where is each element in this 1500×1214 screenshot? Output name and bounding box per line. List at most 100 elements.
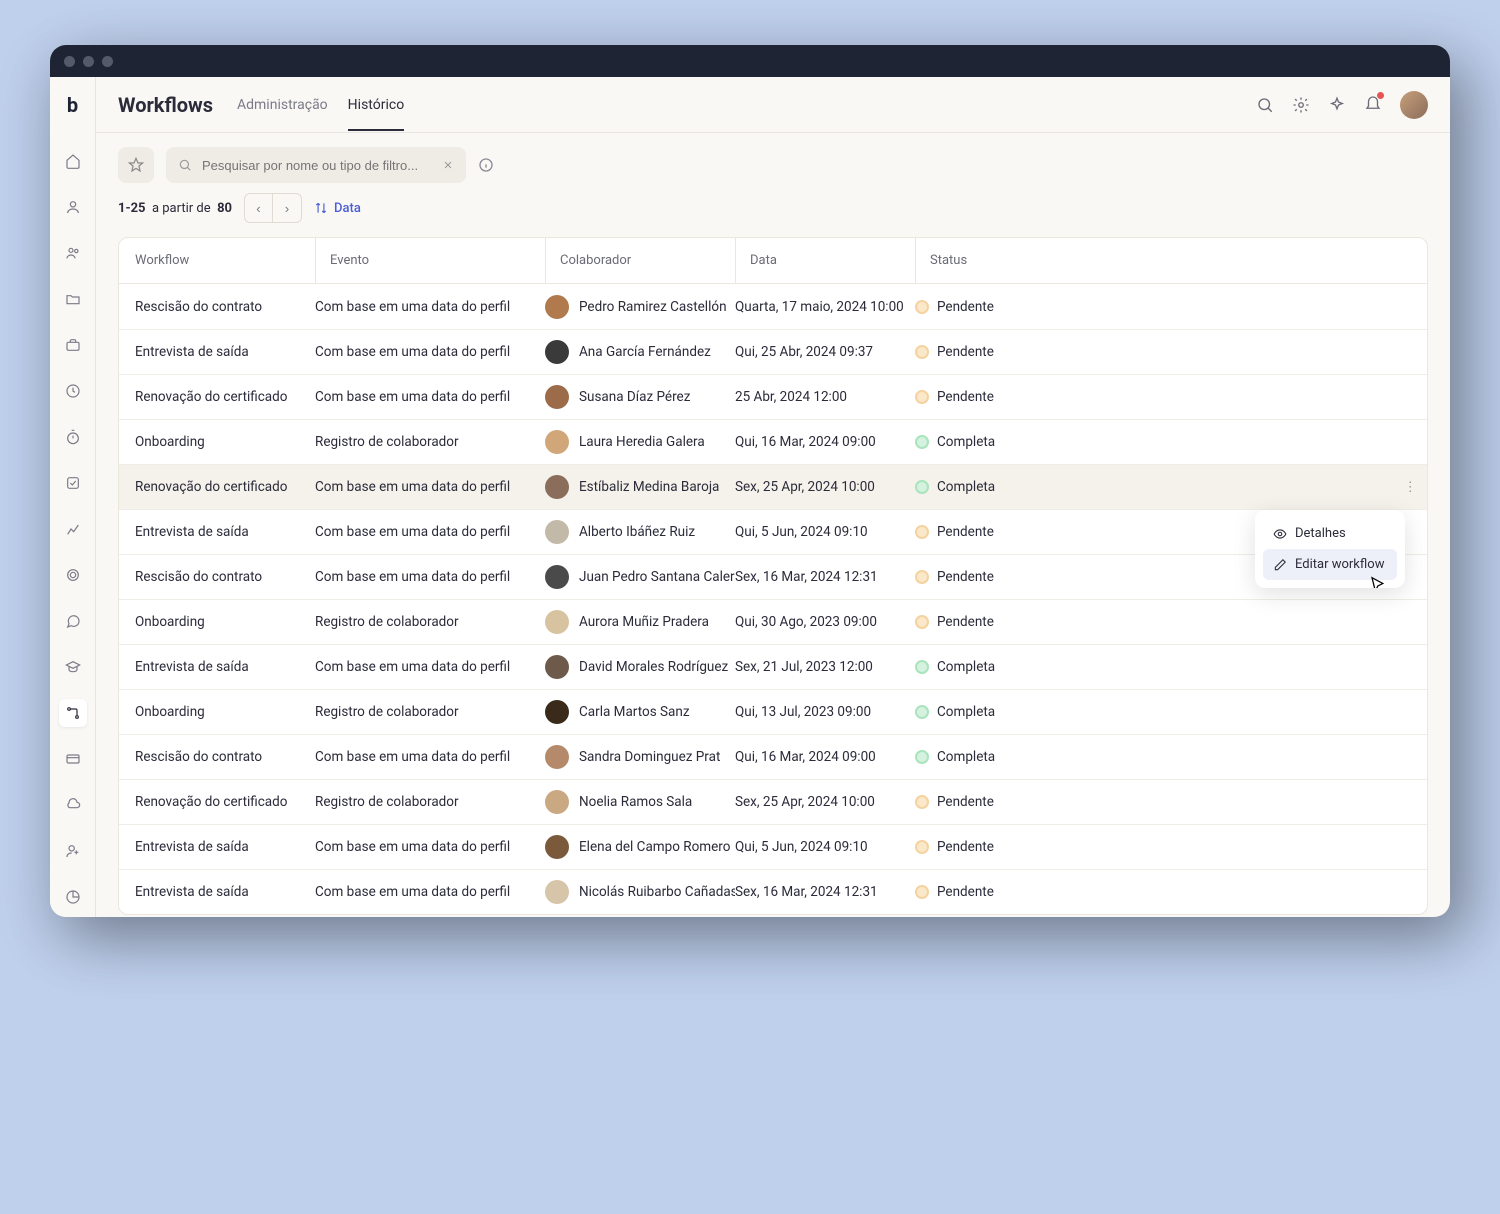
cell-collaborator: Elena del Campo Romero (545, 835, 735, 859)
table-row[interactable]: Onboarding Registro de colaborador Carla… (119, 689, 1427, 734)
cell-status: Pendente (915, 839, 1411, 855)
nav-home-icon[interactable] (59, 147, 87, 175)
cell-workflow: Onboarding (135, 614, 315, 630)
search-input[interactable] (202, 158, 432, 173)
clear-icon[interactable] (442, 159, 454, 171)
sort-button[interactable]: Data (314, 201, 361, 216)
col-event: Evento (315, 238, 545, 283)
table-row[interactable]: Entrevista de saída Com base em uma data… (119, 824, 1427, 869)
table-header: Workflow Evento Colaborador Data Status (119, 238, 1427, 284)
nav-check-icon[interactable] (59, 469, 87, 497)
collaborator-avatar (545, 430, 569, 454)
status-dot-icon (915, 615, 929, 629)
page-total: 80 (217, 201, 232, 216)
col-date: Data (735, 238, 915, 283)
info-icon[interactable] (478, 157, 494, 173)
table-row[interactable]: Entrevista de saída Com base em uma data… (119, 644, 1427, 689)
nav-briefcase-icon[interactable] (59, 331, 87, 359)
cell-status: Pendente (915, 884, 1411, 900)
collaborator-avatar (545, 745, 569, 769)
nav-graduation-icon[interactable] (59, 653, 87, 681)
cell-date: Qui, 16 Mar, 2024 09:00 (735, 434, 915, 450)
nav-users-icon[interactable] (59, 239, 87, 267)
cell-collaborator: Pedro Ramirez Castellón (545, 295, 735, 319)
cell-event: Com base em uma data do perfil (315, 299, 545, 315)
row-popover: Detalhes Editar workflow (1255, 510, 1405, 588)
cell-date: Qui, 25 Abr, 2024 09:37 (735, 344, 915, 360)
table-row[interactable]: Rescisão do contrato Com base em uma dat… (119, 554, 1427, 599)
nav-adduser-icon[interactable] (59, 837, 87, 865)
cell-event: Com base em uma data do perfil (315, 344, 545, 360)
nav-chart-icon[interactable] (59, 515, 87, 543)
cell-collaborator: Carla Martos Sanz (545, 700, 735, 724)
search-glass-icon (178, 158, 192, 172)
cell-event: Com base em uma data do perfil (315, 884, 545, 900)
table-row[interactable]: Rescisão do contrato Com base em uma dat… (119, 734, 1427, 779)
cell-workflow: Renovação do certificado (135, 794, 315, 810)
nav-user-icon[interactable] (59, 193, 87, 221)
nav-clock-icon[interactable] (59, 377, 87, 405)
nav-workflow-icon[interactable] (59, 699, 87, 727)
search-box[interactable] (166, 147, 466, 183)
col-workflow: Workflow (135, 238, 315, 283)
popover-edit[interactable]: Editar workflow (1263, 549, 1397, 580)
table-row[interactable]: Entrevista de saída Com base em uma data… (119, 509, 1427, 554)
row-menu-button[interactable]: ⋮ (1404, 479, 1412, 495)
nav-target-icon[interactable] (59, 561, 87, 589)
favorite-button[interactable] (118, 147, 154, 183)
table-row[interactable]: Onboarding Registro de colaborador Laura… (119, 419, 1427, 464)
collaborator-name: David Morales Rodríguez (579, 659, 728, 675)
cell-date: Sex, 25 Apr, 2024 10:00 (735, 794, 915, 810)
collaborator-name: Estíbaliz Medina Baroja (579, 479, 719, 495)
table-row[interactable]: Renovação do certificado Registro de col… (119, 779, 1427, 824)
nav-pie-icon[interactable] (59, 883, 87, 911)
status-label: Pendente (937, 839, 994, 855)
nav-timer-icon[interactable] (59, 423, 87, 451)
collaborator-name: Aurora Muñiz Pradera (579, 614, 709, 630)
window-min-dot[interactable] (83, 56, 94, 67)
table-row[interactable]: Entrevista de saída Com base em uma data… (119, 869, 1427, 914)
table-row[interactable]: Renovação do certificado Com base em uma… (119, 374, 1427, 419)
collaborator-name: Juan Pedro Santana Calero (579, 569, 735, 585)
sparkle-icon[interactable] (1328, 96, 1346, 114)
nav-chat-icon[interactable] (59, 607, 87, 635)
page-prev-button[interactable]: ‹ (245, 194, 273, 222)
window-close-dot[interactable] (64, 56, 75, 67)
status-label: Completa (937, 479, 995, 495)
page-next-button[interactable]: › (273, 194, 301, 222)
nav-folder-icon[interactable] (59, 285, 87, 313)
gear-icon[interactable] (1292, 96, 1310, 114)
search-icon[interactable] (1256, 96, 1274, 114)
table-row[interactable]: Renovação do certificado Com base em uma… (119, 464, 1427, 509)
collaborator-name: Nicolás Ruibarbo Cañadas (579, 884, 735, 900)
window-max-dot[interactable] (102, 56, 113, 67)
status-label: Pendente (937, 794, 994, 810)
popover-details[interactable]: Detalhes (1263, 518, 1397, 549)
nav-cloud-icon[interactable] (59, 791, 87, 819)
cell-event: Registro de colaborador (315, 614, 545, 630)
cell-date: Quarta, 17 maio, 2024 10:00 (735, 299, 915, 315)
table-row[interactable]: Entrevista de saída Com base em uma data… (119, 329, 1427, 374)
tab-admin[interactable]: Administração (237, 79, 328, 131)
cell-date: Sex, 16 Mar, 2024 12:31 (735, 884, 915, 900)
avatar[interactable] (1400, 91, 1428, 119)
collaborator-avatar (545, 520, 569, 544)
cell-event: Com base em uma data do perfil (315, 749, 545, 765)
collaborator-avatar (545, 790, 569, 814)
table-row[interactable]: Onboarding Registro de colaborador Auror… (119, 599, 1427, 644)
status-label: Completa (937, 749, 995, 765)
bell-icon[interactable] (1364, 94, 1382, 116)
col-status: Status (915, 238, 1411, 283)
cell-workflow: Onboarding (135, 434, 315, 450)
collaborator-name: Laura Heredia Galera (579, 434, 705, 450)
table-row[interactable]: Rescisão do contrato Com base em uma dat… (119, 284, 1427, 329)
collaborator-avatar (545, 835, 569, 859)
nav-card-icon[interactable] (59, 745, 87, 773)
logo: b (59, 91, 87, 119)
cell-status: Pendente (915, 344, 1411, 360)
page-title: Workflows (118, 93, 213, 117)
collaborator-name: Elena del Campo Romero (579, 839, 730, 855)
sidebar: b (50, 77, 96, 917)
tab-history[interactable]: Histórico (348, 79, 405, 131)
collaborator-name: Ana García Fernández (579, 344, 711, 360)
